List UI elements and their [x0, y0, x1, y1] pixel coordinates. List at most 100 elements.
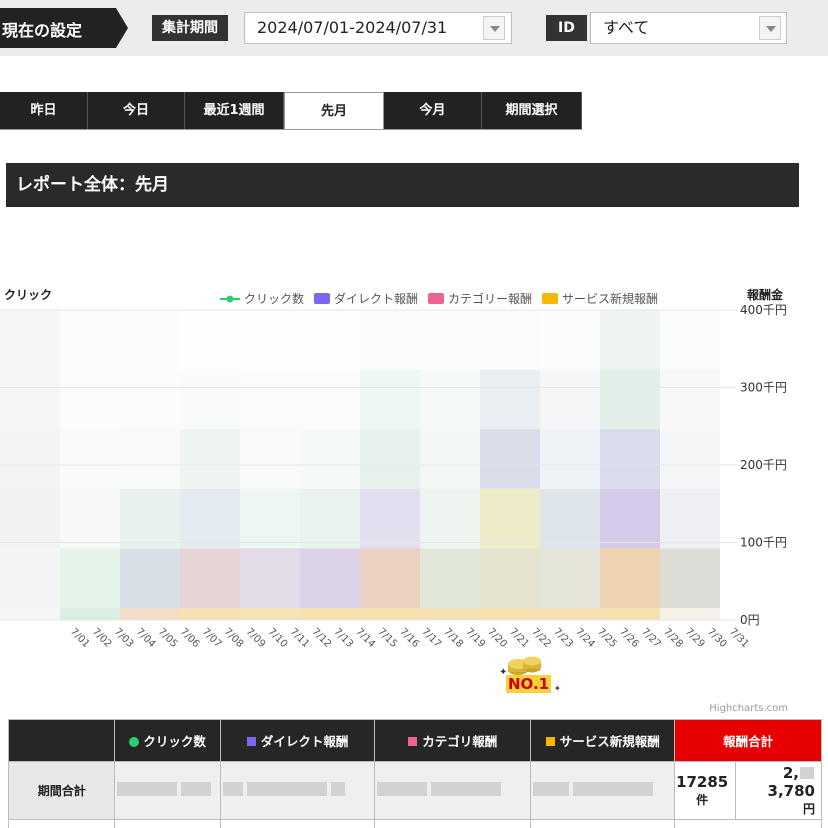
x-axis-tick-label: 7/25 [595, 626, 619, 650]
period-dropdown-chevron-icon[interactable] [483, 16, 505, 40]
summary-table: クリック数 ダイレクト報酬 カテゴリ報酬 サービス新規報酬 報酬合計 期間合計 … [7, 719, 823, 828]
blurred-cell [374, 761, 532, 820]
tab-last-month[interactable]: 先月 [284, 92, 384, 130]
x-axis-tick-label: 7/28 [661, 626, 685, 650]
right-axis-tick-label: 100千円 [740, 536, 787, 550]
blurred-bar-area [0, 429, 60, 489]
blurred-cell [530, 761, 676, 820]
blurred-bar-area [180, 608, 240, 620]
no1-badge: ✦ ✦ NO.1 [494, 655, 564, 697]
x-axis-tick-label: 7/16 [397, 626, 421, 650]
blurred-bar-area [360, 488, 420, 549]
header-reward-total: 報酬合計 [674, 719, 822, 762]
blurred-bar-area [180, 488, 240, 549]
table-header-row: クリック数 ダイレクト報酬 カテゴリ報酬 サービス新規報酬 報酬合計 [7, 719, 822, 762]
blurred-bar-area [660, 429, 720, 489]
blurred-bar-area [480, 488, 540, 549]
blurred-bar-area [540, 608, 600, 620]
blurred-bar-area [360, 429, 420, 489]
blurred-bar-area [660, 488, 720, 549]
blurred-bar-area [0, 608, 60, 620]
blurred-bar-area [420, 548, 480, 609]
blurred-bar-area [480, 548, 540, 609]
period-select[interactable]: 2024/07/01-2024/07/31 [244, 12, 512, 44]
tab-last-week[interactable]: 最近1週間 [185, 92, 284, 130]
blurred-bar-area [240, 608, 300, 620]
x-axis-tick-label: 7/20 [485, 626, 509, 650]
chart-credit: Highcharts.com [709, 703, 788, 714]
blurred-bar-area [240, 429, 300, 489]
clicks-dot-icon [129, 737, 140, 747]
tab-custom-period[interactable]: 期間選択 [482, 92, 582, 130]
x-axis-tick-label: 7/18 [441, 626, 465, 650]
blurred-bar-area [420, 429, 480, 489]
blurred-bar-area [60, 429, 120, 489]
period-tabs: 昨日 今日 最近1週間 先月 今月 期間選択 [0, 92, 582, 130]
blurred-bar-area [120, 310, 180, 370]
tab-yesterday[interactable]: 昨日 [0, 92, 88, 130]
current-settings-label: 現在の設定 [0, 8, 128, 48]
blurred-bar-area [300, 548, 360, 609]
x-axis-tick-label: 7/14 [353, 626, 377, 650]
x-axis-tick-label: 7/29 [683, 626, 707, 650]
blurred-bar-area [360, 310, 420, 370]
right-axis-tick-label: 200千円 [740, 458, 787, 472]
blurred-bar-area [300, 369, 360, 430]
blurred-bar-area [240, 310, 300, 370]
x-axis-tick-label: 7/09 [244, 626, 268, 650]
table-row [7, 819, 822, 828]
header-label: カテゴリ報酬 [422, 734, 498, 749]
blurred-bar-area [480, 608, 540, 620]
blurred-cell [219, 761, 376, 820]
header-label: サービス新規報酬 [559, 734, 660, 749]
blurred-bar-area [120, 369, 180, 430]
blurred-bar-area [660, 608, 720, 620]
x-axis-tick-label: 7/30 [705, 626, 729, 650]
blurred-bar-area [300, 310, 360, 370]
blurred-bar-area [360, 369, 420, 430]
blurred-bar-area [0, 369, 60, 430]
x-axis-tick-label: 7/13 [332, 626, 356, 650]
blurred-bar-area [420, 369, 480, 430]
x-axis-tick-label: 7/26 [617, 626, 641, 650]
right-axis-tick-label: 400千円 [740, 303, 787, 317]
x-axis-tick-label: 7/10 [266, 626, 290, 650]
x-axis-tick-label: 7/02 [90, 626, 114, 650]
blurred-bar-area [240, 369, 300, 430]
x-axis-tick-label: 7/12 [310, 626, 334, 650]
blurred-bar-area [660, 548, 720, 609]
blurred-bar-area [420, 488, 480, 549]
right-axis-tick-label: 300千円 [740, 381, 787, 395]
id-chip: ID [546, 15, 587, 41]
tab-this-month[interactable]: 今月 [384, 92, 482, 130]
blurred-bar-area [180, 310, 240, 370]
blurred-bar-area [300, 429, 360, 489]
blurred-bar-area [240, 548, 300, 609]
blurred-bar-area [60, 488, 120, 549]
no1-label: NO.1 [506, 675, 552, 693]
x-axis-tick-label: 7/05 [156, 626, 180, 650]
blurred-bar-area [600, 310, 660, 370]
blurred-bar-area [0, 548, 60, 609]
blurred-bar-area [240, 488, 300, 549]
header-category: カテゴリ報酬 [374, 719, 532, 762]
service-square-icon [545, 737, 555, 746]
id-select[interactable]: すべて [590, 12, 787, 44]
direct-square-icon [246, 737, 256, 746]
x-axis-tick-label: 7/04 [134, 626, 158, 650]
blurred-bar-area [480, 310, 540, 370]
tab-today[interactable]: 今日 [88, 92, 185, 130]
reward-total-tail: 3,780 [767, 782, 815, 800]
tab-underline [0, 129, 582, 130]
blurred-bar-area [300, 608, 360, 620]
reward-total-unit: 円 [802, 802, 815, 816]
blurred-bar-area [480, 369, 540, 430]
report-title: レポート全体：先月 [6, 163, 799, 207]
table-row: 期間合計 17285 件 2,3,780 円 [7, 761, 823, 820]
blurred-bar-area [60, 548, 120, 609]
x-axis-tick-label: 7/07 [200, 626, 224, 650]
blurred-bar-area [540, 548, 600, 609]
settings-bar: 現在の設定 集計期間 2024/07/01-2024/07/31 ID すべて [0, 0, 828, 56]
blurred-bar-area [300, 488, 360, 549]
id-dropdown-chevron-icon[interactable] [759, 16, 781, 40]
